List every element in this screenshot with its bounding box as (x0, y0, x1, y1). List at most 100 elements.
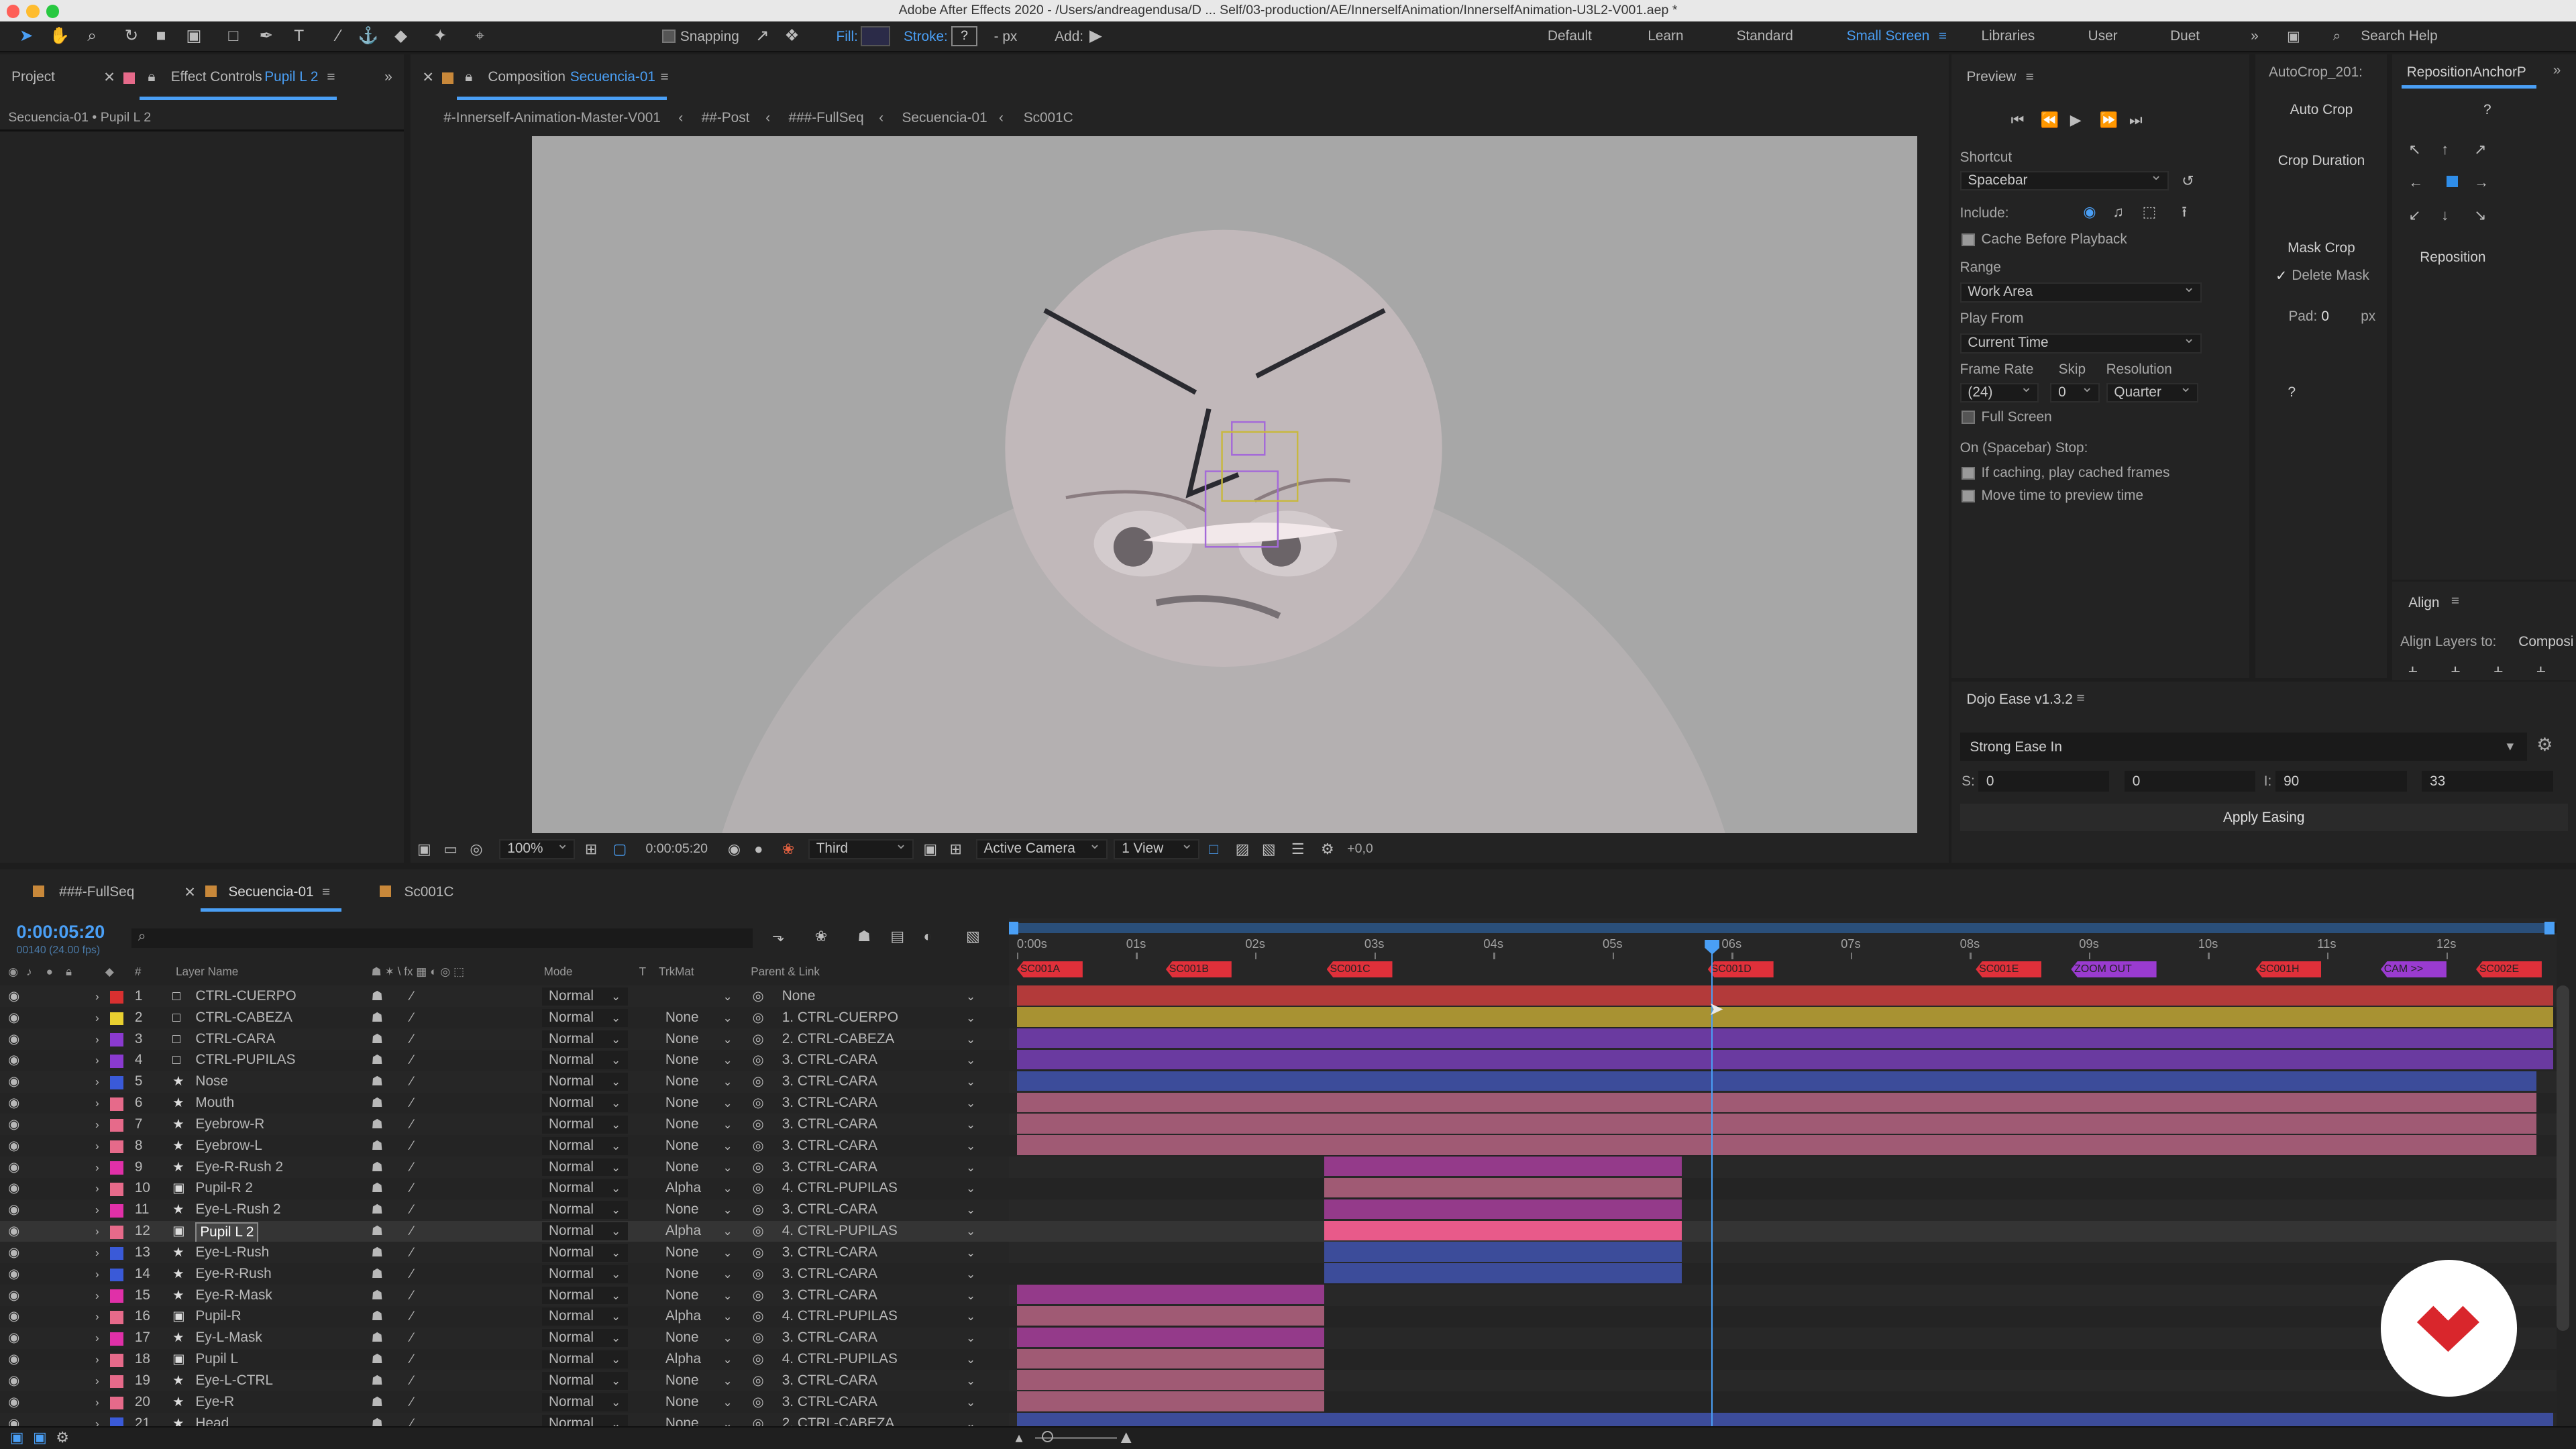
eye-visibility-icon[interactable]: ◉ (8, 1051, 19, 1069)
parent-dropdown[interactable]: 4. CTRL-PUPILAS (782, 1307, 898, 1326)
pick-whip-icon[interactable]: ◎ (753, 1073, 764, 1091)
pick-whip-icon[interactable]: ◎ (753, 1222, 764, 1240)
pick-whip-icon[interactable]: ◎ (753, 1051, 764, 1069)
track-matte-dropdown[interactable]: Alpha (665, 1307, 701, 1326)
quality-switch-icon[interactable]: ∕ (411, 1051, 413, 1069)
workspace-user[interactable]: User (2088, 28, 2118, 44)
last-frame-icon[interactable]: ⏭ (2129, 110, 2143, 129)
layer-row[interactable]: ◉ › 2 □ CTRL-CABEZA ☗ ∕ Normal ⌄ None ⌄ ◎ 1. CTRL-CU… (0, 1007, 1009, 1029)
expand-layer-chevron-icon[interactable]: › (95, 1329, 99, 1347)
parent-dropdown[interactable]: 1. CTRL-CUERPO (782, 1009, 898, 1027)
workspace-learn[interactable]: Learn (1648, 28, 1683, 44)
toggle-pixel-aspect-icon[interactable]: □ (1209, 839, 1218, 859)
shy-switch-icon[interactable]: ☗ (371, 1287, 383, 1305)
pick-whip-icon[interactable]: ◎ (753, 1350, 764, 1368)
composition-marker[interactable]: SC001C (1326, 961, 1393, 978)
layer-switches-toggle-icon[interactable]: ▣ (10, 1428, 24, 1447)
workspace-standard[interactable]: Standard (1737, 28, 1793, 44)
layer-label-color-icon[interactable] (110, 1012, 123, 1026)
layer-duration-bar[interactable] (1016, 1092, 2537, 1112)
workspace-small-screen[interactable]: Small Screen (1847, 28, 1930, 44)
layer-label-color-icon[interactable] (110, 1097, 123, 1111)
pick-whip-icon[interactable]: ◎ (753, 1329, 764, 1347)
quality-switch-icon[interactable]: ∕ (411, 1030, 413, 1049)
mask-crop-button[interactable]: Mask Crop (2255, 240, 2387, 256)
shy-switch-icon[interactable]: ☗ (371, 1030, 383, 1049)
layer-name[interactable]: Nose (195, 1073, 228, 1091)
quality-switch-icon[interactable]: ∕ (411, 1307, 413, 1326)
exposure-value[interactable]: +0,0 (1347, 841, 1373, 857)
first-frame-icon[interactable]: ⏮ (2011, 110, 2025, 129)
auto-crop-button[interactable]: Auto Crop (2255, 102, 2387, 118)
flowchart-icon[interactable]: ▨ (1236, 839, 1250, 859)
layer-name[interactable]: Pupil L (195, 1350, 238, 1368)
expand-layer-chevron-icon[interactable]: › (95, 1116, 99, 1134)
track-matte-dropdown[interactable]: None (665, 1030, 699, 1049)
layer-label-color-icon[interactable] (110, 1246, 123, 1260)
layer-label-color-icon[interactable] (110, 1055, 123, 1068)
parent-dropdown[interactable]: 4. CTRL-PUPILAS (782, 1222, 898, 1240)
eye-visibility-icon[interactable]: ◉ (8, 1393, 19, 1411)
layer-duration-bar[interactable] (1016, 1391, 1324, 1411)
composition-marker[interactable]: SC001D (1707, 961, 1774, 978)
layer-name[interactable]: Eye-R-Rush 2 (195, 1159, 283, 1177)
layer-duration-bar[interactable] (1324, 1199, 1682, 1220)
composition-marker[interactable]: SC001A (1016, 961, 1083, 978)
expand-layer-chevron-icon[interactable]: › (95, 987, 99, 1006)
eye-visibility-icon[interactable]: ◉ (8, 1179, 19, 1197)
layer-duration-bar[interactable] (1016, 1348, 1324, 1368)
eye-visibility-icon[interactable]: ◉ (8, 987, 19, 1006)
shy-switch-icon[interactable]: ☗ (371, 1265, 383, 1283)
layer-label-color-icon[interactable] (110, 1353, 123, 1367)
layer-duration-bar[interactable] (1016, 1007, 2554, 1027)
workspace-layout-icon[interactable]: ▣ (2287, 28, 2300, 45)
align-top-icon[interactable]: ⫠ (2536, 657, 2545, 677)
reposition-button[interactable]: Reposition (2392, 250, 2514, 266)
layer-row[interactable]: ◉ › 13 ★ Eye-L-Rush ☗ ∕ Normal ⌄ None ⌄ ◎ 3. CTRL-CA… (0, 1242, 1009, 1264)
pick-whip-icon[interactable]: ◎ (753, 1287, 764, 1305)
layer-duration-bar[interactable] (1016, 1135, 2537, 1155)
delete-mask-checkbox[interactable]: ✓ (2275, 268, 2287, 284)
layer-label-color-icon[interactable] (110, 1204, 123, 1218)
eye-visibility-icon[interactable]: ◉ (8, 1307, 19, 1326)
quality-switch-icon[interactable]: ∕ (411, 1244, 413, 1262)
shy-switch-icon[interactable]: ☗ (371, 1009, 383, 1027)
quality-switch-icon[interactable]: ∕ (411, 1265, 413, 1283)
ease-s-value-2[interactable]: 0 (2124, 770, 2256, 792)
quality-switch-icon[interactable]: ∕ (411, 1201, 413, 1219)
shy-switch-icon[interactable]: ☗ (371, 1393, 383, 1411)
shy-switch-icon[interactable]: ☗ (371, 1179, 383, 1197)
layer-row[interactable]: ◉ › 7 ★ Eyebrow-R ☗ ∕ Normal ⌄ None ⌄ ◎ 3. CTRL-CARA… (0, 1114, 1009, 1136)
eye-visibility-icon[interactable]: ◉ (8, 1222, 19, 1240)
layer-row[interactable]: ◉ › 15 ★ Eye-R-Mask ☗ ∕ Normal ⌄ None ⌄ ◎ 3. CTRL-CA… (0, 1285, 1009, 1306)
composition-marker[interactable]: SC001H (2255, 961, 2322, 978)
expand-layer-chevron-icon[interactable]: › (95, 1009, 99, 1027)
dojo-menu-icon[interactable]: ≡ (2077, 690, 2085, 706)
pick-whip-icon[interactable]: ◎ (753, 1179, 764, 1197)
layer-label-color-icon[interactable] (110, 1225, 123, 1239)
ease-preset-dropdown[interactable]: Strong Ease In ▾ (1960, 733, 2527, 761)
eye-visibility-icon[interactable]: ◉ (8, 1094, 19, 1112)
layer-label-color-icon[interactable] (110, 1289, 123, 1303)
quality-switch-icon[interactable]: ∕ (411, 1137, 413, 1155)
expand-layer-chevron-icon[interactable]: › (95, 1179, 99, 1197)
align-to-dropdown[interactable]: Composi (2518, 634, 2573, 650)
composition-marker[interactable]: SC001B (1165, 961, 1232, 978)
layer-name[interactable]: Eye-R-Rush (195, 1265, 271, 1283)
shy-switch-icon[interactable]: ☗ (371, 1094, 383, 1112)
layer-label-color-icon[interactable] (110, 1118, 123, 1132)
3d-view-icon[interactable]: ▧ (1262, 839, 1276, 859)
shy-switch-icon[interactable]: ☗ (371, 987, 383, 1006)
shortcut-dropdown[interactable]: Spacebar (1960, 167, 2169, 191)
track-matte-dropdown[interactable]: None (665, 1073, 699, 1091)
expand-layer-chevron-icon[interactable]: › (95, 1201, 99, 1219)
layer-name[interactable]: Ey-L-Mask (195, 1329, 262, 1347)
parent-dropdown[interactable]: 3. CTRL-CARA (782, 1116, 877, 1134)
layer-name[interactable]: CTRL-PUPILAS (195, 1051, 295, 1069)
workspace-libraries[interactable]: Libraries (1981, 28, 2035, 44)
parent-dropdown[interactable]: 3. CTRL-CARA (782, 1372, 877, 1390)
previous-frame-icon[interactable]: ⏪ (2041, 110, 2059, 129)
layer-name[interactable]: Pupil L 2 (195, 1222, 259, 1243)
full-screen-checkbox[interactable] (1962, 411, 1975, 424)
layer-name[interactable]: Eye-R (195, 1393, 234, 1411)
